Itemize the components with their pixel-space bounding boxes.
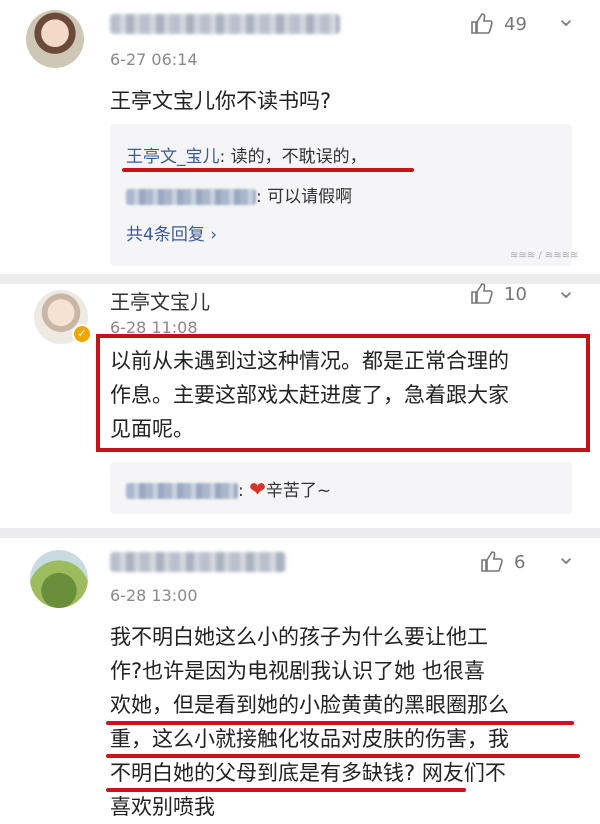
text-line: 重，这么小就接触化妆品对皮肤的伤害，我 bbox=[110, 727, 509, 751]
text-line: 见面呢。 bbox=[110, 417, 194, 441]
thumbs-up-icon bbox=[481, 551, 503, 572]
like-count: 10 bbox=[504, 283, 527, 305]
comment-2: ✓ 王亭文宝儿 6-28 11:08 10 ⌄ 以前从未遇到过这种情况。都是正常… bbox=[0, 278, 600, 532]
red-underline bbox=[122, 168, 414, 172]
chevron-down-icon[interactable]: ⌄ bbox=[556, 6, 576, 30]
view-replies-link[interactable]: 共4条回复 › bbox=[126, 220, 217, 245]
like-count: 6 bbox=[514, 551, 526, 573]
reply-box: : ❤辛苦了~ bbox=[110, 462, 572, 514]
username-blurred[interactable] bbox=[110, 552, 286, 572]
like-button[interactable]: 10 bbox=[470, 282, 527, 306]
heart-icon: ❤ bbox=[249, 477, 266, 501]
chevron-down-icon[interactable]: ⌄ bbox=[556, 544, 576, 568]
reply-author-blurred[interactable] bbox=[126, 189, 256, 205]
username-blurred[interactable] bbox=[110, 14, 340, 34]
comment-text: 以前从未遇到过这种情况。都是正常合理的 作息。主要这部戏太赶进度了，急着跟大家 … bbox=[110, 344, 509, 446]
reply-item[interactable]: : ❤辛苦了~ bbox=[126, 476, 331, 501]
text-line: 喜欢别喷我 bbox=[110, 795, 215, 819]
text-line: 以前从未遇到过这种情况。都是正常合理的 bbox=[110, 349, 509, 373]
avatar[interactable] bbox=[30, 550, 88, 608]
username[interactable]: 王亭文宝儿 bbox=[110, 286, 210, 315]
reply-text: : 读的，不耽误的， bbox=[219, 147, 367, 167]
verified-badge-icon: ✓ bbox=[72, 324, 92, 344]
chevron-down-icon[interactable]: ⌄ bbox=[556, 278, 576, 302]
text-line: 作?也许是因为电视剧我认识了她 也很喜 bbox=[110, 659, 485, 683]
comment-3: 6-28 13:00 6 ⌄ 我不明白她这么小的孩子为什么要让他工 作?也许是因… bbox=[0, 538, 600, 819]
text-line: 我不明白她这么小的孩子为什么要让他工 bbox=[110, 625, 488, 649]
text-line: 欢她，但是看到她的小脸黄黄的黑眼圈那么 bbox=[110, 693, 509, 717]
watermark: ≋≋≋ / ≋≋≋≋ bbox=[510, 250, 579, 261]
reply-box: 王亭文_宝儿: 读的，不耽误的， : 可以请假啊 共4条回复 › bbox=[110, 124, 572, 266]
reply-author[interactable]: 王亭文_宝儿 bbox=[126, 147, 220, 167]
red-underline bbox=[106, 721, 574, 725]
reply-text: : 可以请假啊 bbox=[256, 187, 353, 207]
reply-author-blurred[interactable] bbox=[126, 483, 238, 499]
separator bbox=[0, 528, 600, 538]
text-line: 作息。主要这部戏太赶进度了，急着跟大家 bbox=[110, 383, 509, 407]
thumbs-up-icon bbox=[471, 283, 493, 304]
like-button[interactable]: 49 bbox=[470, 12, 527, 36]
comment-time: 6-27 06:14 bbox=[110, 50, 198, 69]
like-count: 49 bbox=[504, 13, 527, 35]
red-underline bbox=[106, 788, 466, 792]
avatar[interactable] bbox=[26, 10, 84, 68]
comment-1: 6-27 06:14 49 ⌄ 王亭文宝儿你不读书吗? 王亭文_宝儿: 读的，不… bbox=[0, 0, 600, 278]
reply-text: 辛苦了~ bbox=[265, 481, 332, 501]
comment-text: 王亭文宝儿你不读书吗? bbox=[110, 89, 332, 113]
text-line: 不明白她的父母到底是有多缺钱? 网友们不 bbox=[110, 761, 506, 785]
reply-item[interactable]: 王亭文_宝儿: 读的，不耽误的， bbox=[126, 142, 367, 167]
like-button[interactable]: 6 bbox=[480, 550, 525, 574]
reply-item[interactable]: : 可以请假啊 bbox=[126, 182, 352, 207]
comment-time: 6-28 13:00 bbox=[110, 586, 198, 605]
red-underline bbox=[106, 754, 580, 758]
thumbs-up-icon bbox=[471, 13, 493, 34]
